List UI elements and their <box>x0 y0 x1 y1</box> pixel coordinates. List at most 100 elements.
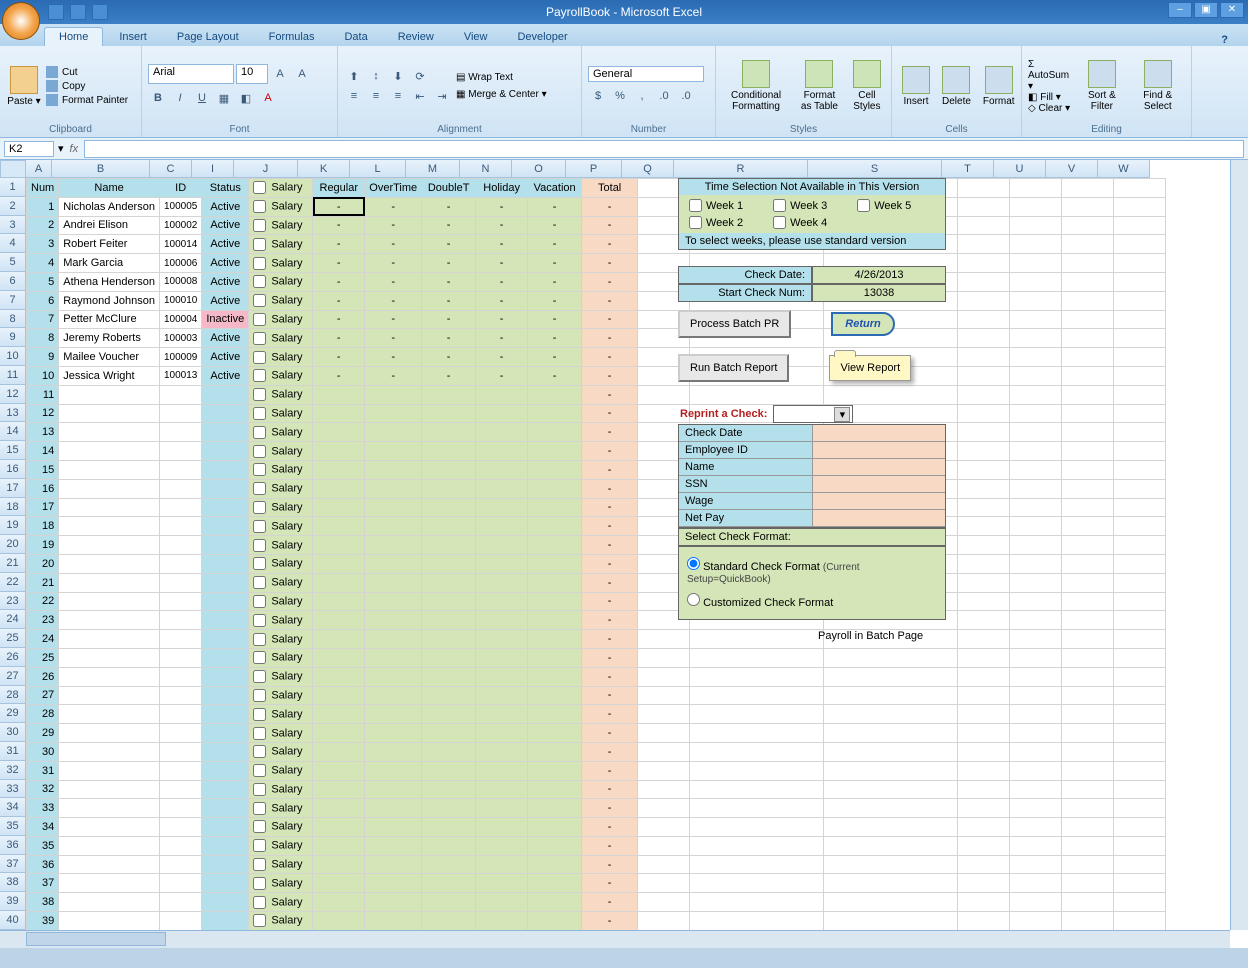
cell[interactable]: - <box>582 423 638 442</box>
cell[interactable]: 19 <box>27 536 59 555</box>
cell[interactable]: Salary <box>249 611 313 630</box>
cell[interactable]: - <box>582 366 638 385</box>
cell[interactable]: - <box>528 254 582 273</box>
cell[interactable] <box>159 667 201 686</box>
column-header-cell[interactable]: Status <box>202 179 249 198</box>
cell[interactable] <box>202 818 249 837</box>
cell[interactable] <box>422 705 476 724</box>
cell[interactable]: - <box>528 216 582 235</box>
cell[interactable]: 100014 <box>159 235 201 254</box>
cell[interactable]: 100013 <box>159 366 201 385</box>
cell[interactable] <box>59 460 160 479</box>
cell[interactable] <box>202 686 249 705</box>
cell[interactable]: Salary <box>249 536 313 555</box>
cell[interactable] <box>159 836 201 855</box>
row-header[interactable]: 31 <box>0 742 26 761</box>
run-batch-report-button[interactable]: Run Batch Report <box>678 354 789 382</box>
salary-checkbox[interactable] <box>253 426 266 439</box>
reprint-field-value[interactable] <box>812 476 945 493</box>
row-header[interactable]: 4 <box>0 234 26 253</box>
cell[interactable] <box>313 423 365 442</box>
cell[interactable]: 4 <box>27 254 59 273</box>
cell[interactable] <box>365 404 422 423</box>
cell[interactable]: - <box>313 197 365 216</box>
cell[interactable]: - <box>528 291 582 310</box>
cell[interactable] <box>422 479 476 498</box>
cell[interactable]: - <box>476 329 528 348</box>
cell[interactable] <box>365 423 422 442</box>
cell[interactable]: - <box>582 536 638 555</box>
cell[interactable] <box>528 724 582 743</box>
align-right-icon[interactable]: ≡ <box>388 86 408 106</box>
salary-checkbox[interactable] <box>253 689 266 702</box>
salary-checkbox[interactable] <box>253 557 266 570</box>
cell[interactable] <box>422 667 476 686</box>
cell[interactable] <box>422 761 476 780</box>
cell[interactable] <box>59 630 160 649</box>
worksheet[interactable]: ABCIJKLMNOPQRSTUVW 123456789101112131415… <box>0 160 1248 948</box>
cell[interactable]: - <box>582 742 638 761</box>
cell[interactable] <box>528 498 582 517</box>
cell[interactable] <box>476 686 528 705</box>
cell[interactable] <box>313 592 365 611</box>
cell[interactable] <box>202 423 249 442</box>
cell[interactable]: Salary <box>249 479 313 498</box>
cell[interactable] <box>202 855 249 874</box>
salary-checkbox[interactable] <box>253 275 266 288</box>
cell[interactable]: Salary <box>249 272 313 291</box>
cell[interactable] <box>159 630 201 649</box>
cell[interactable] <box>313 442 365 461</box>
cell[interactable]: Salary <box>249 799 313 818</box>
cell[interactable]: - <box>313 272 365 291</box>
cell[interactable] <box>202 385 249 404</box>
column-header[interactable]: B <box>52 160 150 178</box>
column-header-cell[interactable]: Total <box>582 179 638 198</box>
cell[interactable]: - <box>365 254 422 273</box>
cell[interactable]: Andrei Elison <box>59 216 160 235</box>
cell[interactable] <box>159 874 201 893</box>
column-header[interactable]: J <box>234 160 298 178</box>
cell[interactable] <box>313 912 365 931</box>
cell[interactable] <box>159 479 201 498</box>
cell[interactable]: - <box>422 272 476 291</box>
reprint-field-value[interactable] <box>812 459 945 476</box>
cell[interactable] <box>159 592 201 611</box>
cell[interactable] <box>202 404 249 423</box>
cell[interactable]: 7 <box>27 310 59 329</box>
cell[interactable]: 29 <box>27 724 59 743</box>
merge-center-button[interactable]: ▦ Merge & Center ▾ <box>456 89 547 100</box>
row-header[interactable]: 38 <box>0 873 26 892</box>
cell[interactable] <box>313 648 365 667</box>
cell[interactable] <box>365 648 422 667</box>
column-header[interactable]: L <box>350 160 406 178</box>
cell[interactable] <box>422 442 476 461</box>
cell[interactable] <box>159 573 201 592</box>
salary-checkbox[interactable] <box>253 463 266 476</box>
cell[interactable] <box>528 818 582 837</box>
cell[interactable]: - <box>582 761 638 780</box>
cell[interactable]: 22 <box>27 592 59 611</box>
horizontal-scrollbar[interactable] <box>0 930 1230 948</box>
cell[interactable] <box>202 780 249 799</box>
cell[interactable]: - <box>422 197 476 216</box>
reprint-check-dropdown[interactable] <box>773 405 853 423</box>
cell[interactable] <box>365 724 422 743</box>
cell[interactable] <box>202 517 249 536</box>
cell[interactable]: Salary <box>249 348 313 367</box>
cell[interactable]: Salary <box>249 836 313 855</box>
cell[interactable] <box>313 836 365 855</box>
cell[interactable] <box>313 855 365 874</box>
cell[interactable]: - <box>476 272 528 291</box>
row-header[interactable]: 34 <box>0 798 26 817</box>
cell[interactable] <box>365 611 422 630</box>
reprint-field-value[interactable] <box>812 510 945 527</box>
cell[interactable] <box>422 912 476 931</box>
cell[interactable]: - <box>582 912 638 931</box>
cell[interactable] <box>313 479 365 498</box>
cell[interactable] <box>313 536 365 555</box>
salary-checkbox[interactable] <box>253 670 266 683</box>
cell[interactable]: 9 <box>27 348 59 367</box>
cell[interactable] <box>528 592 582 611</box>
cell[interactable]: Active <box>202 216 249 235</box>
row-header[interactable]: 11 <box>0 366 26 385</box>
